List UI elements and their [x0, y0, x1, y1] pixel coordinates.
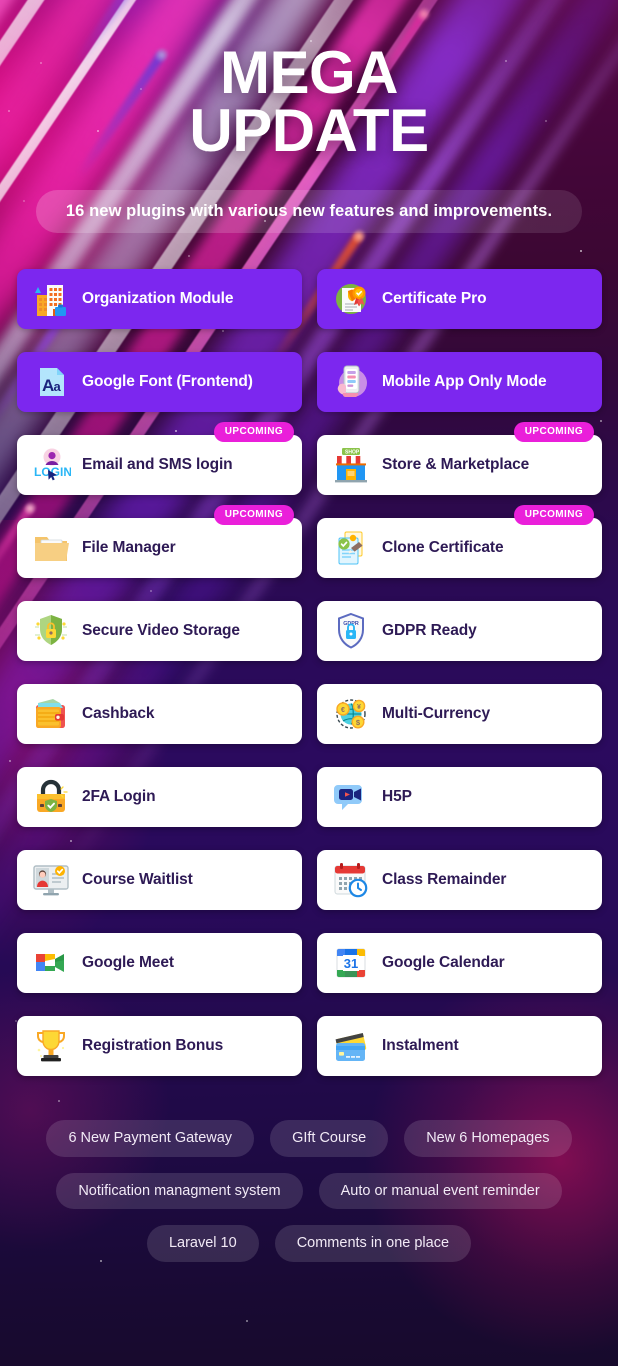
feature-card-label: Google Font (Frontend) — [82, 373, 253, 391]
title-line-2: UPDATE — [0, 102, 618, 160]
feature-card-label: Registration Bonus — [82, 1037, 223, 1055]
hero-section: MEGA UPDATE 16 new plugins with various … — [0, 0, 618, 233]
folder-documents-icon — [31, 528, 71, 568]
globe-coins-icon: € ¥ $ — [331, 694, 371, 734]
tag-row: Notification managment system Auto or man… — [18, 1173, 600, 1210]
feature-card-label: Email and SMS login — [82, 456, 233, 474]
feature-card-label: Certificate Pro — [382, 290, 486, 308]
feature-card[interactable]: Course Waitlist — [17, 850, 302, 910]
tag-pill[interactable]: Laravel 10 — [147, 1225, 259, 1262]
feature-card-label: Cashback — [82, 705, 154, 723]
tag-pill[interactable]: New 6 Homepages — [404, 1120, 571, 1157]
feature-card[interactable]: UPCOMING File Manager — [17, 518, 302, 578]
monitor-person-icon — [31, 860, 71, 900]
upcoming-badge: UPCOMING — [514, 505, 594, 525]
feature-card-label: H5P — [382, 788, 412, 806]
shop-storefront-icon: SHOP — [331, 445, 371, 485]
subtitle-container: 16 new plugins with various new features… — [0, 190, 618, 233]
gdpr-shield-icon: GDPR — [331, 611, 371, 651]
tag-pill[interactable]: GIft Course — [270, 1120, 388, 1157]
tag-pill[interactable]: Comments in one place — [275, 1225, 471, 1262]
feature-card-label: Google Meet — [82, 954, 174, 972]
feature-card[interactable]: Cashback — [17, 684, 302, 744]
svg-text:31: 31 — [344, 956, 358, 971]
svg-text:a: a — [54, 379, 62, 394]
upcoming-badge: UPCOMING — [214, 505, 294, 525]
calendar-clock-icon — [331, 860, 371, 900]
feature-card[interactable]: UPCOMING Clone Certificate — [317, 518, 602, 578]
wallet-money-icon — [31, 694, 71, 734]
feature-card-label: Course Waitlist — [82, 871, 193, 889]
feature-card-label: GDPR Ready — [382, 622, 477, 640]
feature-card-label: Secure Video Storage — [82, 622, 240, 640]
certificate-award-icon — [331, 279, 371, 319]
feature-card[interactable]: Organization Module — [17, 269, 302, 329]
feature-card-label: Organization Module — [82, 290, 233, 308]
feature-card[interactable]: GDPR GDPR Ready — [317, 601, 602, 661]
feature-card-grid: Organization Module Certificate Pro Aa Goog… — [0, 269, 618, 1076]
clone-certificate-icon — [331, 528, 371, 568]
feature-card-label: Mobile App Only Mode — [382, 373, 546, 391]
svg-text:€: € — [341, 708, 345, 715]
credit-cards-icon — [331, 1026, 371, 1066]
feature-card[interactable]: 2FA Login — [17, 767, 302, 827]
feature-card[interactable]: UPCOMING LOGIN Email and SMS login — [17, 435, 302, 495]
feature-card-label: Google Calendar — [382, 954, 505, 972]
feature-card-label: File Manager — [82, 539, 176, 557]
feature-card[interactable]: Aa Google Font (Frontend) — [17, 352, 302, 412]
page-title: MEGA UPDATE — [0, 44, 618, 160]
tag-pill[interactable]: Notification managment system — [56, 1173, 302, 1210]
office-building-icon — [31, 279, 71, 319]
tag-row: Laravel 10 Comments in one place — [18, 1225, 600, 1262]
google-calendar-icon: 31 — [331, 943, 371, 983]
feature-card[interactable]: 31 Google Calendar — [317, 933, 602, 993]
feature-card[interactable]: Instalment — [317, 1016, 602, 1076]
upcoming-badge: UPCOMING — [214, 422, 294, 442]
hero-subtitle: 16 new plugins with various new features… — [36, 190, 582, 233]
feature-card[interactable]: € ¥ $ Multi-Currency — [317, 684, 602, 744]
svg-text:SHOP: SHOP — [345, 450, 360, 456]
feature-card[interactable]: Mobile App Only Mode — [317, 352, 602, 412]
trophy-icon — [31, 1026, 71, 1066]
tag-pill[interactable]: 6 New Payment Gateway — [46, 1120, 254, 1157]
feature-card-label: Class Remainder — [382, 871, 506, 889]
tag-pill[interactable]: Auto or manual event reminder — [319, 1173, 562, 1210]
feature-card[interactable]: Registration Bonus — [17, 1016, 302, 1076]
feature-card-label: Multi-Currency — [382, 705, 490, 723]
svg-text:¥: ¥ — [357, 704, 361, 711]
feature-card-label: Instalment — [382, 1037, 459, 1055]
feature-card[interactable]: H5P — [317, 767, 602, 827]
login-user-cursor-icon: LOGIN — [31, 445, 71, 485]
upcoming-badge: UPCOMING — [514, 422, 594, 442]
promo-page: MEGA UPDATE 16 new plugins with various … — [0, 0, 618, 1366]
title-line-1: MEGA — [220, 39, 398, 106]
feature-card[interactable]: Google Meet — [17, 933, 302, 993]
mobile-phone-hand-icon — [331, 362, 371, 402]
font-aa-icon: Aa — [31, 362, 71, 402]
feature-card[interactable]: Secure Video Storage — [17, 601, 302, 661]
padlock-shield-icon — [31, 777, 71, 817]
feature-card-label: Clone Certificate — [382, 539, 503, 557]
feature-card[interactable]: Certificate Pro — [317, 269, 602, 329]
tag-pill-section: 6 New Payment Gateway GIft Course New 6 Ho… — [0, 1120, 618, 1262]
shield-lock-green-icon — [31, 611, 71, 651]
google-meet-icon — [31, 943, 71, 983]
video-bubble-icon — [331, 777, 371, 817]
tag-row: 6 New Payment Gateway GIft Course New 6 Ho… — [18, 1120, 600, 1157]
feature-card-label: 2FA Login — [82, 788, 155, 806]
svg-text:A: A — [42, 376, 54, 395]
feature-card-label: Store & Marketplace — [382, 456, 529, 474]
feature-card[interactable]: Class Remainder — [317, 850, 602, 910]
feature-card[interactable]: UPCOMING SHOP Store & Marketplace — [317, 435, 602, 495]
